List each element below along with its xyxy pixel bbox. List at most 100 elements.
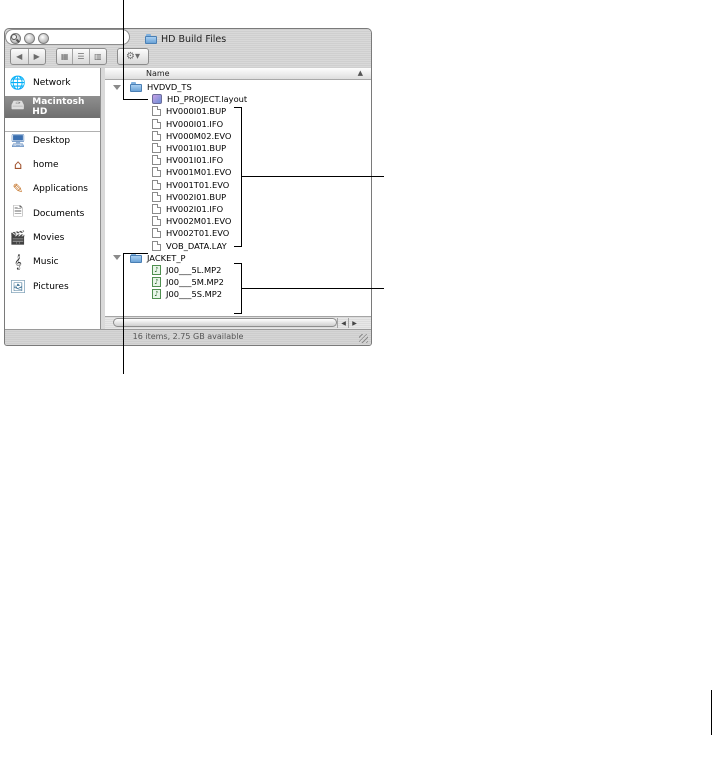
zoom-button[interactable]	[38, 33, 49, 44]
folder-icon	[145, 34, 157, 44]
callout-line	[241, 288, 384, 289]
disclosure-triangle-icon[interactable]	[112, 84, 122, 90]
sidebar-item-pictures[interactable]: 🖼 Pictures	[5, 276, 100, 298]
window-title: HD Build Files	[145, 32, 275, 46]
list-item[interactable]: HV001I01.IFO	[105, 154, 371, 166]
callout-line	[123, 0, 124, 100]
document-icon	[152, 130, 161, 141]
horizontal-scrollbar[interactable]: ◀ ▶	[105, 316, 371, 329]
list-item[interactable]: HV001T01.EVO	[105, 179, 371, 191]
sidebar-item-label: Movies	[33, 233, 65, 243]
callout-bracket	[234, 107, 242, 108]
sidebar-item-music[interactable]: 𝄞 Music	[5, 251, 100, 273]
document-icon	[152, 179, 161, 190]
list-item-name: J00___5S.MP2	[166, 289, 223, 300]
status-bar: 16 items, 2.75 GB available	[5, 329, 371, 345]
document-icon	[152, 106, 161, 117]
sidebar-item-documents[interactable]: 🗎 Documents	[5, 203, 100, 225]
sidebar-item-label: Pictures	[33, 282, 69, 292]
list-item[interactable]: HV001I01.BUP	[105, 142, 371, 154]
sidebar-item-macintosh-hd[interactable]: 🖴 Macintosh HD	[5, 96, 100, 118]
document-icon	[152, 118, 161, 129]
list-item-name: HV000M02.EVO	[166, 130, 232, 141]
callout-bracket	[234, 263, 242, 264]
music-icon: 𝄞	[14, 254, 22, 270]
sort-ascending-icon: ▲	[357, 69, 363, 77]
callout-line	[123, 253, 148, 254]
list-item[interactable]: HV002I01.IFO	[105, 203, 371, 215]
list-item-name: HV001M01.EVO	[166, 167, 232, 178]
sidebar-item-label: Network	[33, 78, 71, 88]
document-icon	[152, 216, 161, 227]
callout-bracket	[234, 313, 242, 314]
globe-icon: 🌐	[9, 75, 27, 91]
applications-icon: ✎	[12, 181, 24, 197]
sidebar-item-label: Desktop	[33, 136, 71, 146]
sidebar-item-label: Macintosh HD	[32, 97, 85, 117]
document-icon	[152, 228, 161, 239]
list-item-name: HV002T01.EVO	[166, 228, 230, 239]
back-arrow-icon[interactable]: ◀	[11, 49, 29, 64]
home-icon: ⌂	[13, 157, 23, 173]
list-item[interactable]: HV000I01.IFO	[105, 118, 371, 130]
folder-icon	[130, 82, 142, 93]
list-item-name: HV000I01.BUP	[166, 106, 227, 117]
mpeg2-file-icon: ♪	[152, 289, 161, 300]
margin-rule	[711, 690, 712, 735]
callout-line	[123, 99, 148, 100]
disclosure-triangle-icon[interactable]	[112, 255, 122, 261]
column-header-name[interactable]: Name ▲	[105, 68, 371, 80]
list-item-name: J00___5L.MP2	[166, 265, 222, 276]
sidebar-item-home[interactable]: ⌂ home	[5, 154, 100, 176]
document-icon	[152, 204, 161, 215]
sidebar-item-label: Music	[33, 257, 59, 267]
document-icon	[152, 143, 161, 154]
back-forward-control: ◀ ▶	[10, 48, 46, 65]
scrollbar-thumb[interactable]	[113, 318, 337, 327]
forward-arrow-icon[interactable]: ▶	[29, 49, 46, 64]
window-title-text: HD Build Files	[161, 33, 227, 45]
document-icon	[152, 167, 161, 178]
callout-line	[241, 176, 384, 177]
list-item-name: HV001I01.BUP	[166, 143, 227, 154]
icon-view-icon[interactable]: ▦	[57, 49, 74, 64]
list-item-name: HV001I01.IFO	[166, 155, 224, 166]
list-item[interactable]: ♪ J00___5M.MP2	[105, 276, 371, 288]
list-item[interactable]: HV000M02.EVO	[105, 130, 371, 142]
minimize-button[interactable]	[24, 33, 35, 44]
desktop-icon: 🖥	[9, 133, 27, 149]
list-item-name: HV001T01.EVO	[166, 179, 230, 190]
document-icon	[152, 191, 161, 202]
pictures-icon: 🖼	[9, 279, 27, 295]
sidebar-item-network[interactable]: 🌐 Network	[5, 72, 100, 94]
list-item[interactable]: HV002I01.BUP	[105, 191, 371, 203]
magnifier-icon	[11, 34, 17, 40]
list-item[interactable]: HV002T01.EVO	[105, 227, 371, 239]
resize-grip-icon[interactable]	[359, 334, 368, 343]
list-item-name: HV002I01.IFO	[166, 204, 224, 215]
sidebar-item-desktop[interactable]: 🖥 Desktop	[5, 130, 100, 152]
column-header-label: Name	[146, 69, 170, 78]
mpeg2-file-icon: ♪	[152, 265, 161, 276]
sidebar-item-movies[interactable]: 🎬 Movies	[5, 227, 100, 249]
sidebar-item-label: Applications	[33, 184, 88, 194]
list-item-name: HV000I01.IFO	[166, 118, 224, 129]
list-view-icon[interactable]: ☰	[73, 49, 90, 64]
list-item-name: HV002I01.BUP	[166, 191, 227, 202]
hard-disk-icon: 🖴	[11, 98, 25, 113]
list-item[interactable]: ♪ J00___5S.MP2	[105, 288, 371, 300]
action-menu-button[interactable]: ⚙▾	[117, 48, 149, 65]
list-item-name: HVDVD_TS	[147, 82, 192, 93]
list-item[interactable]: HVDVD_TS	[105, 81, 371, 93]
list-item-name: VOB_DATA.LAY	[166, 240, 227, 251]
list-item-name: HD_PROJECT.layout	[167, 94, 248, 105]
list-item-name: JACKET_P	[147, 252, 186, 263]
list-item[interactable]: HV002M01.EVO	[105, 215, 371, 227]
sidebar-item-applications[interactable]: ✎ Applications	[5, 178, 100, 200]
movies-icon: 🎬	[9, 230, 27, 246]
list-item[interactable]: ♪ J00___5L.MP2	[105, 264, 371, 276]
list-item-name: HV002M01.EVO	[166, 216, 232, 227]
scroll-right-arrow-icon[interactable]: ▶	[348, 318, 360, 328]
column-view-icon[interactable]: ▥	[90, 49, 106, 64]
documents-icon: 🗎	[12, 205, 24, 220]
